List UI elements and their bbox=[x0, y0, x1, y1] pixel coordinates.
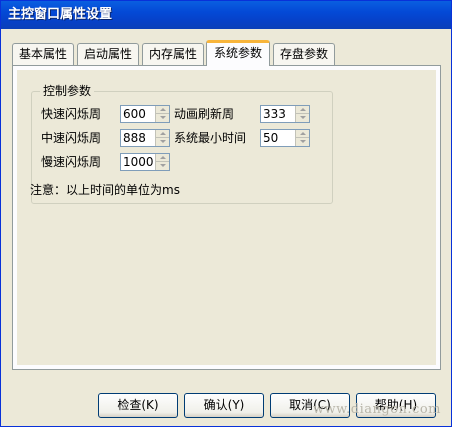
window-title: 主控窗口属性设置 bbox=[8, 7, 113, 22]
dialog-window: 主控窗口属性设置 基本属性 启动属性 内存属性 系统参数 存盘参数 控制参数 快… bbox=[0, 0, 452, 427]
anim-refresh-value[interactable]: 333 bbox=[263, 106, 286, 122]
spin-down-icon[interactable] bbox=[295, 114, 309, 122]
tab-basic[interactable]: 基本属性 bbox=[12, 43, 74, 65]
spin-up-icon[interactable] bbox=[295, 130, 309, 138]
anim-refresh-label: 动画刷新周 bbox=[174, 107, 235, 121]
slow-blink-value[interactable]: 1000 bbox=[123, 154, 154, 170]
tab-system-params[interactable]: 系统参数 bbox=[206, 40, 270, 66]
check-button[interactable]: 检查(K) bbox=[98, 393, 178, 418]
min-time-spinner[interactable]: 50 bbox=[260, 129, 310, 147]
mid-blink-label: 中速闪烁周 bbox=[41, 131, 102, 145]
spinner-arrows bbox=[295, 130, 309, 146]
slow-blink-spinner[interactable]: 1000 bbox=[120, 153, 170, 171]
ok-button[interactable]: 确认(Y) bbox=[184, 393, 264, 418]
units-note: 注意：以上时间的单位为ms bbox=[30, 183, 180, 197]
tab-startup[interactable]: 启动属性 bbox=[77, 43, 139, 65]
min-time-label: 系统最小时间 bbox=[174, 131, 247, 145]
spinner-arrows bbox=[155, 154, 169, 170]
group-title: 控制参数 bbox=[40, 84, 95, 98]
min-time-value[interactable]: 50 bbox=[263, 130, 278, 146]
spinner-arrows bbox=[155, 130, 169, 146]
spin-down-icon[interactable] bbox=[155, 114, 169, 122]
title-bar[interactable]: 主控窗口属性设置 bbox=[1, 1, 451, 29]
spin-up-icon[interactable] bbox=[155, 130, 169, 138]
control-params-group: 控制参数 快速闪烁周 600 动画刷新周 333 中速闪烁周 888 系统最小时… bbox=[30, 84, 333, 204]
tab-save-params[interactable]: 存盘参数 bbox=[273, 43, 335, 65]
spin-up-icon[interactable] bbox=[295, 106, 309, 114]
tab-panel-body: 控制参数 快速闪烁周 600 动画刷新周 333 中速闪烁周 888 系统最小时… bbox=[17, 70, 436, 365]
spinner-arrows bbox=[295, 106, 309, 122]
mid-blink-value[interactable]: 888 bbox=[123, 130, 146, 146]
spin-down-icon[interactable] bbox=[295, 138, 309, 146]
tab-memory[interactable]: 内存属性 bbox=[142, 43, 204, 65]
slow-blink-label: 慢速闪烁周 bbox=[41, 155, 102, 169]
spinner-arrows bbox=[155, 106, 169, 122]
spin-down-icon[interactable] bbox=[155, 162, 169, 170]
fast-blink-label: 快速闪烁周 bbox=[41, 107, 102, 121]
fast-blink-value[interactable]: 600 bbox=[123, 106, 146, 122]
watermark-text: www.diangon.com bbox=[312, 402, 441, 417]
mid-blink-spinner[interactable]: 888 bbox=[120, 129, 170, 147]
spin-up-icon[interactable] bbox=[155, 106, 169, 114]
spin-up-icon[interactable] bbox=[155, 154, 169, 162]
fast-blink-spinner[interactable]: 600 bbox=[120, 105, 170, 123]
anim-refresh-spinner[interactable]: 333 bbox=[260, 105, 310, 123]
tab-panel: 控制参数 快速闪烁周 600 动画刷新周 333 中速闪烁周 888 系统最小时… bbox=[12, 65, 441, 370]
spin-down-icon[interactable] bbox=[155, 138, 169, 146]
